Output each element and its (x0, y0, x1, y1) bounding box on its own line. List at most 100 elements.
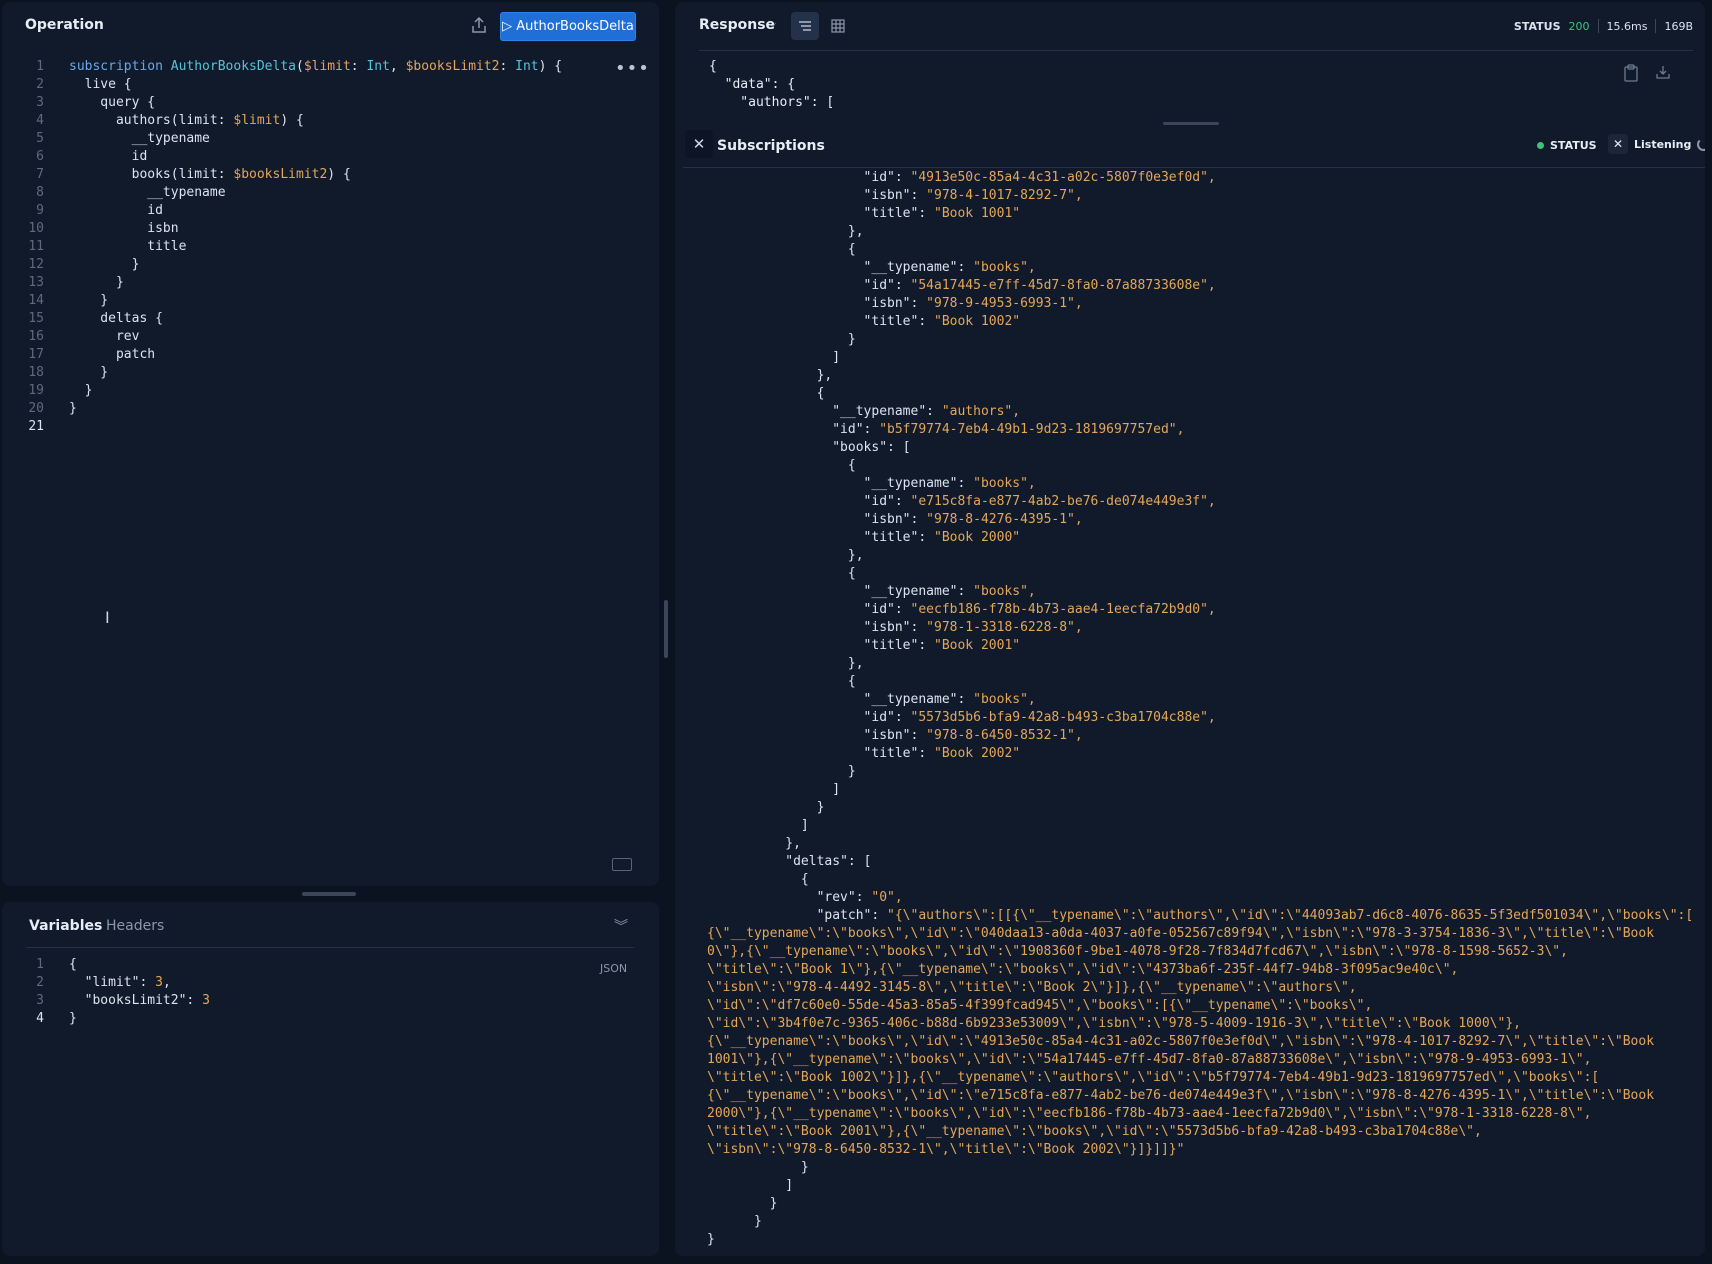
line-number: 3 (36, 993, 44, 1008)
code-text: } (44, 1010, 77, 1028)
subscription-status: STATUS (1537, 139, 1597, 152)
tab-variables[interactable]: Variables (29, 918, 102, 934)
code-line: 10 isbn (2, 220, 659, 238)
subscription-output[interactable]: "id": "4913e50c-85a4-4c31-a02c-5807f0e3e… (683, 169, 1705, 1256)
patch-continuation-line: \"isbn\":\"978-4-4492-3145-8\",\"title\"… (707, 980, 1357, 995)
patch-continuation-line: {\"__typename\":\"books\",\"id\":\"4913e… (707, 1034, 1655, 1049)
code-line: 15 deltas { (2, 310, 659, 328)
code-text: } (44, 400, 77, 418)
patch-continuation-line: \"id\":\"df7c60e0-55de-45a3-85a5-4f399fc… (707, 998, 1373, 1013)
line-number: 18 (28, 365, 44, 380)
line-number: 3 (36, 95, 44, 110)
code-text: } (44, 274, 124, 292)
close-icon[interactable]: ✕ (685, 130, 713, 158)
code-token: "limit" (69, 975, 140, 990)
operation-editor[interactable]: 1 subscription AuthorBooksDelta($limit: I… (2, 58, 659, 436)
code-token: live { (69, 77, 132, 92)
line-number: 8 (36, 185, 44, 200)
panel-resize-handle[interactable] (302, 892, 356, 896)
json-line: "isbn": "978-8-6450-8532-1", (707, 727, 1693, 745)
format-view-button[interactable] (791, 12, 819, 40)
json-value: "4913e50c-85a4-4c31-a02c-5807f0e3ef0d", (910, 170, 1216, 185)
collapse-chevron-icon[interactable]: ︾ (614, 916, 628, 936)
divider (26, 947, 634, 948)
code-line: 11 title (2, 238, 659, 256)
json-line: } (707, 1213, 1693, 1231)
json-value: "978-8-4276-4395-1", (926, 512, 1083, 527)
code-token: subscription (69, 59, 171, 74)
json-key: "isbn" (863, 188, 911, 203)
json-line: }, (707, 655, 1693, 673)
code-line: 4} (2, 1010, 659, 1028)
code-token: } (69, 257, 140, 272)
line-number: 5 (36, 131, 44, 146)
table-view-button[interactable] (824, 12, 852, 40)
patch-continuation-line: 2000\"},{\"__typename\":\"books\",\"id\"… (707, 1106, 1592, 1121)
json-value: "authors", (941, 404, 1021, 419)
code-line: 2 "limit": 3, (2, 974, 659, 992)
response-title[interactable]: Response (699, 17, 775, 33)
code-line: 12 } (2, 256, 659, 274)
json-line: "title": "Book 1001" (707, 205, 1693, 223)
response-resize-handle[interactable] (1163, 122, 1219, 125)
table-icon (831, 19, 845, 33)
json-value: [ (902, 440, 911, 455)
code-token: ( (295, 59, 304, 74)
code-token: id (69, 203, 163, 218)
stop-listening-icon[interactable]: ✕ (1608, 134, 1628, 154)
keyboard-icon[interactable] (612, 858, 632, 871)
code-token: books(limit: (69, 167, 234, 182)
variables-editor[interactable]: 1{2 "limit": 3, 3 "booksLimit2": 3 4} (2, 956, 659, 1028)
json-punct: }, (847, 224, 864, 239)
line-number: 2 (36, 975, 44, 990)
json-value: "{\"authors\":[[{\"__typename\":\"author… (887, 908, 1694, 923)
json-line: { (707, 565, 1693, 583)
json-key: "__typename" (863, 692, 958, 707)
json-line: "title": "Book 2000" (707, 529, 1693, 547)
response-time: 15.6ms (1606, 19, 1648, 33)
json-punct: } (800, 1160, 809, 1175)
line-number: 15 (28, 311, 44, 326)
chevron-down-icon[interactable]: ⌵ (768, 17, 776, 31)
json-line: { (707, 871, 1693, 889)
patch-continuation-line: \"isbn\":\"978-8-6450-8532-1\",\"title\"… (707, 1142, 1185, 1157)
json-key: "__typename" (863, 260, 958, 275)
operation-title: Operation (25, 17, 104, 33)
divider (699, 50, 1693, 51)
patch-continuation-line: \"title\":\"Book 1002\"}]},{\"__typename… (707, 1070, 1600, 1085)
json-key: "id" (863, 494, 895, 509)
run-operation-button[interactable]: ▷ AuthorBooksDelta (500, 12, 636, 41)
code-token: __typename (69, 131, 210, 146)
code-token: ) { (280, 113, 304, 128)
code-token: isbn (69, 221, 179, 236)
json-value: "0", (871, 890, 903, 905)
code-token: : (139, 975, 156, 990)
response-line: "authors": [ (709, 95, 835, 110)
response-preview[interactable]: { "data": { "authors": [ (709, 58, 834, 112)
code-line: 1 subscription AuthorBooksDelta($limit: I… (2, 58, 659, 76)
json-punct: }, (847, 548, 864, 563)
tab-headers[interactable]: Headers (106, 918, 164, 934)
code-token: 3 (155, 975, 163, 990)
json-value: "books", (973, 260, 1036, 275)
share-icon[interactable] (469, 15, 489, 35)
json-punct: } (769, 1196, 778, 1211)
json-line: "__typename": "books", (707, 475, 1693, 493)
json-punct: { (847, 458, 856, 473)
vertical-resize-handle[interactable] (664, 600, 668, 658)
download-icon[interactable] (1655, 64, 1671, 80)
line-number: 21 (28, 419, 44, 434)
copy-icon[interactable] (1623, 64, 1639, 82)
json-key: "id" (863, 602, 895, 617)
